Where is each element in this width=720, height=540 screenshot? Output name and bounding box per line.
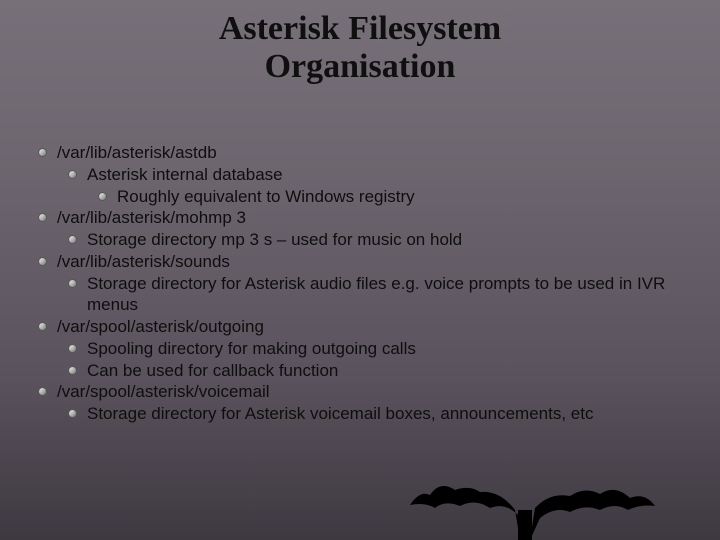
item-text: /var/lib/asterisk/sounds — [57, 251, 690, 273]
bullet-icon — [68, 366, 77, 375]
list-item: /var/spool/asterisk/outgoing — [38, 316, 690, 338]
bullet-icon — [38, 148, 47, 157]
bullet-icon — [68, 235, 77, 244]
bullet-icon — [68, 409, 77, 418]
bullet-icon — [68, 170, 77, 179]
list-item: /var/spool/asterisk/voicemail — [38, 381, 690, 403]
slide: Asterisk Filesystem Organisation /var/li… — [0, 0, 720, 540]
item-text: Spooling directory for making outgoing c… — [87, 338, 690, 360]
list-item: Storage directory for Asterisk audio fil… — [38, 273, 690, 317]
list-item: /var/lib/asterisk/sounds — [38, 251, 690, 273]
item-text: /var/lib/asterisk/astdb — [57, 142, 690, 164]
item-text: Roughly equivalent to Windows registry — [117, 186, 690, 208]
item-text: Storage directory mp 3 s – used for musi… — [87, 229, 690, 251]
list-item: Roughly equivalent to Windows registry — [38, 186, 690, 208]
bullet-icon — [38, 322, 47, 331]
title-line-2: Organisation — [0, 48, 720, 86]
bullet-icon — [68, 279, 77, 288]
list-item: Spooling directory for making outgoing c… — [38, 338, 690, 360]
item-text: Can be used for callback function — [87, 360, 690, 382]
title-line-1: Asterisk Filesystem — [0, 10, 720, 48]
bullet-icon — [68, 344, 77, 353]
slide-title: Asterisk Filesystem Organisation — [0, 0, 720, 86]
item-text: /var/spool/asterisk/voicemail — [57, 381, 690, 403]
item-text: /var/lib/asterisk/mohmp 3 — [57, 207, 690, 229]
bullet-icon — [98, 192, 107, 201]
bullet-icon — [38, 213, 47, 222]
list-item: Storage directory mp 3 s – used for musi… — [38, 229, 690, 251]
bullet-icon — [38, 387, 47, 396]
list-item: Storage directory for Asterisk voicemail… — [38, 403, 690, 425]
list-item: /var/lib/asterisk/mohmp 3 — [38, 207, 690, 229]
item-text: Storage directory for Asterisk voicemail… — [87, 403, 690, 425]
list-item: Can be used for callback function — [38, 360, 690, 382]
item-text: Storage directory for Asterisk audio fil… — [87, 273, 690, 317]
list-item: /var/lib/asterisk/astdb — [38, 142, 690, 164]
item-text: /var/spool/asterisk/outgoing — [57, 316, 690, 338]
item-text: Asterisk internal database — [87, 164, 690, 186]
list-item: Asterisk internal database — [38, 164, 690, 186]
tree-silhouette-icon — [400, 480, 660, 540]
slide-body: /var/lib/asterisk/astdb Asterisk interna… — [38, 142, 690, 425]
bullet-icon — [38, 257, 47, 266]
